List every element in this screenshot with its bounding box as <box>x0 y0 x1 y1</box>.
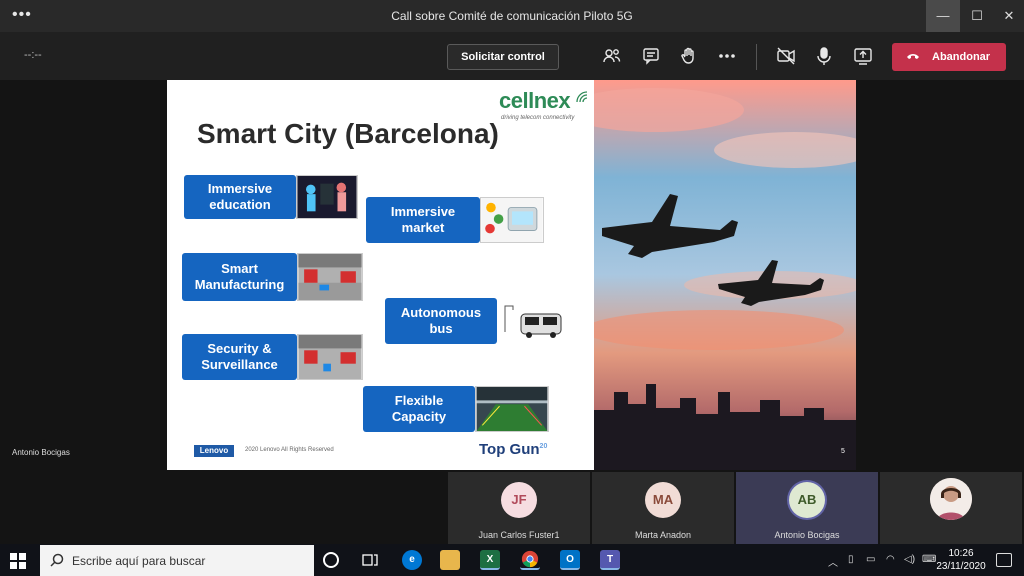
more-actions-icon[interactable] <box>716 45 738 67</box>
slide-copyright: 2020 Lenovo All Rights Reserved <box>245 447 334 453</box>
participants-strip: JF Juan Carlos Fuster1 MA Marta Anadon A… <box>0 470 1024 544</box>
box-label: Smart Manufacturing <box>194 261 285 292</box>
avatar: AB <box>789 482 825 518</box>
slide-page-number: 5 <box>841 448 845 455</box>
clock-date: 23/11/2020 <box>936 561 986 572</box>
task-view-icon[interactable] <box>360 550 380 570</box>
file-explorer-icon[interactable] <box>440 550 460 570</box>
participant-name: Marta Anadon <box>634 530 692 540</box>
microphone-icon[interactable] <box>813 45 835 67</box>
close-button[interactable]: ✕ <box>992 0 1024 32</box>
brand-text: Top Gun <box>479 441 540 458</box>
cellnex-logo: cellnex driving telecom connectivity <box>497 88 589 122</box>
camera-off-icon[interactable] <box>775 45 797 67</box>
presentation-slide: cellnex driving telecom connectivity Sma… <box>167 80 594 470</box>
participant-name: Antonio Bocigas <box>774 530 840 540</box>
signal-arcs-icon <box>576 91 588 103</box>
maximize-button[interactable]: ☐ <box>960 0 994 32</box>
teams-icon[interactable]: T <box>600 550 620 570</box>
language-icon[interactable]: ⌨ <box>922 554 936 565</box>
factory-image <box>297 253 363 301</box>
bus-image <box>501 298 567 344</box>
wifi-icon[interactable]: ◠ <box>886 554 895 565</box>
meeting-controls: --:-- Solicitar control Abandonar <box>0 32 1024 80</box>
window-title: Call sobre Comité de comunicación Piloto… <box>391 9 633 23</box>
avatar: MA <box>645 482 681 518</box>
box-label: Flexible Capacity <box>391 393 447 424</box>
tray-chevron-icon[interactable]: ︿ <box>828 554 838 569</box>
volume-icon[interactable]: ◁) <box>904 554 915 565</box>
box-immersive-education: Immersive education <box>184 175 296 219</box>
title-bar: ••• Call sobre Comité de comunicación Pi… <box>0 0 1024 32</box>
participants-icon[interactable] <box>601 45 623 67</box>
minimize-button[interactable]: — <box>926 0 960 32</box>
logo-tagline: driving telecom connectivity <box>501 115 575 121</box>
taskbar-search-box[interactable]: Escribe aquí para buscar <box>40 545 314 576</box>
leave-label: Abandonar <box>932 51 991 63</box>
taskbar-clock[interactable]: 10:26 23/11/2020 <box>936 547 986 573</box>
meeting-timer: --:-- <box>24 49 42 61</box>
surveillance-image <box>297 334 363 380</box>
box-flexible-capacity: Flexible Capacity <box>363 386 475 432</box>
brand-sup: 20 <box>539 443 548 450</box>
vr-education-image <box>296 175 358 219</box>
chat-icon[interactable] <box>640 45 662 67</box>
box-smart-manufacturing: Smart Manufacturing <box>182 253 297 301</box>
hang-up-icon <box>907 54 919 59</box>
top-gun-brand: Top Gun20 <box>479 441 547 458</box>
share-screen-icon[interactable] <box>852 45 874 67</box>
cortana-icon[interactable] <box>323 552 339 568</box>
excel-icon[interactable]: X <box>480 550 500 570</box>
box-autonomous-bus: Autonomous bus <box>385 298 497 344</box>
windows-start-icon[interactable] <box>10 553 26 569</box>
slide-title: Smart City (Barcelona) <box>197 118 499 149</box>
notification-center-icon[interactable] <box>996 553 1012 567</box>
market-image <box>480 197 544 243</box>
teams-meeting-window: ••• Call sobre Comité de comunicación Pi… <box>0 0 1024 576</box>
box-immersive-market: Immersive market <box>366 197 480 243</box>
participant-tile[interactable]: JF Juan Carlos Fuster1 <box>448 472 590 544</box>
box-security-surveillance: Security & Surveillance <box>182 334 297 380</box>
box-label: Immersive market <box>390 204 456 235</box>
participant-tile[interactable] <box>880 472 1022 544</box>
battery-icon[interactable]: ▭ <box>866 554 875 565</box>
controls-divider <box>756 44 757 70</box>
request-control-button[interactable]: Solicitar control <box>447 44 559 70</box>
participant-tile[interactable]: MA Marta Anadon <box>592 472 734 544</box>
windows-taskbar: Escribe aquí para buscar e X O T ︿ ▯ ▭ ◠… <box>0 544 1024 576</box>
logo-word: cellnex <box>499 88 571 113</box>
box-label: Immersive education <box>207 181 273 212</box>
search-icon <box>50 553 64 567</box>
leave-button[interactable]: Abandonar <box>892 43 1006 71</box>
jets-sunset-image <box>594 80 856 470</box>
outlook-icon[interactable]: O <box>560 550 580 570</box>
chrome-icon[interactable] <box>520 550 540 570</box>
device-icon[interactable]: ▯ <box>848 554 854 565</box>
lenovo-logo: Lenovo <box>194 445 234 457</box>
edge-icon[interactable]: e <box>402 550 422 570</box>
participant-tile-active[interactable]: AB Antonio Bocigas <box>736 472 878 544</box>
raise-hand-icon[interactable] <box>678 45 700 67</box>
participant-photo <box>930 478 972 520</box>
stadium-image <box>475 386 549 432</box>
presenter-name: Antonio Bocigas <box>12 448 70 457</box>
clock-time: 10:26 <box>948 548 974 559</box>
box-label: Security & Surveillance <box>201 341 278 372</box>
shared-content-stage: Antonio Bocigas cellnex driving telecom … <box>0 80 1024 470</box>
search-placeholder: Escribe aquí para buscar <box>72 554 206 568</box>
participant-name: Juan Carlos Fuster1 <box>478 530 560 540</box>
avatar: JF <box>501 482 537 518</box>
box-label: Autonomous bus <box>400 305 482 336</box>
